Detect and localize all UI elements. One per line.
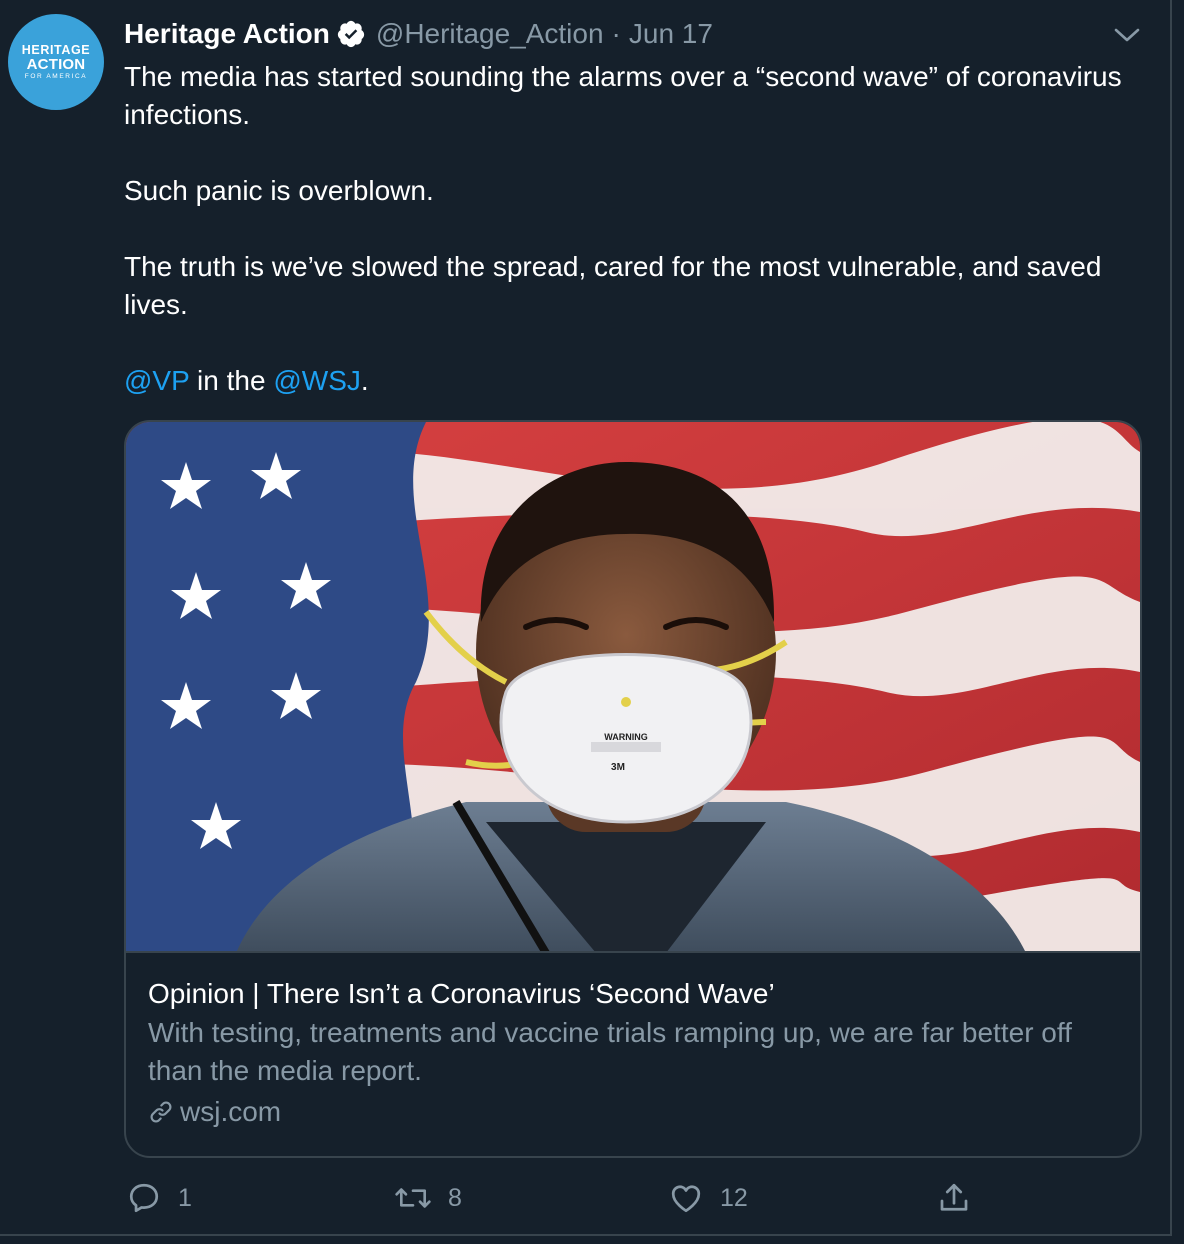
- card-description: With testing, treatments and vaccine tri…: [148, 1017, 1072, 1086]
- retweet-button[interactable]: 8: [394, 1176, 462, 1220]
- avatar-logo-line2: ACTION: [26, 56, 86, 73]
- mention-connector-text: in the: [189, 365, 274, 396]
- tweet-paragraph-2: Such panic is overblown.: [124, 175, 434, 206]
- heart-icon: [671, 1185, 701, 1213]
- tweet-date[interactable]: Jun 17: [629, 18, 713, 50]
- flag-and-masked-man-illustration: WARNING 3M: [126, 422, 1140, 951]
- mention-wsj-link[interactable]: @WSJ: [273, 365, 361, 396]
- avatar-logo-line3: FOR AMERICA: [24, 73, 88, 80]
- tweet-actions: 1 8 12: [124, 1176, 984, 1220]
- verified-badge-icon: [337, 20, 365, 48]
- tweet[interactable]: HERITAGE ACTION FOR AMERICA Heritage Act…: [0, 0, 1172, 1236]
- retweet-icon: [395, 1188, 431, 1208]
- card-text[interactable]: Opinion | There Isn’t a Coronavirus ‘Sec…: [148, 974, 1108, 1132]
- more-options-button[interactable]: [1110, 20, 1144, 50]
- reply-count: 1: [178, 1183, 192, 1212]
- tweet-paragraph-1: The media has started sounding the alarm…: [124, 61, 1122, 130]
- like-count: 12: [720, 1183, 748, 1212]
- card-title[interactable]: Opinion | There Isn’t a Coronavirus ‘Sec…: [148, 974, 1108, 1014]
- mention-vp-link[interactable]: @VP: [124, 365, 189, 396]
- retweet-count: 8: [448, 1183, 462, 1212]
- tweet-text: The media has started sounding the alarm…: [124, 58, 1134, 400]
- author-name[interactable]: Heritage Action: [124, 18, 330, 50]
- mask-warning-label: WARNING: [604, 732, 648, 742]
- tweet-paragraph-4: @VP in the @WSJ.: [124, 362, 1134, 400]
- avatar-logo-line1: HERITAGE: [21, 42, 91, 57]
- reply-icon: [129, 1183, 159, 1213]
- tweet-paragraph-3: The truth is we’ve slowed the spread, ca…: [124, 251, 1102, 320]
- avatar[interactable]: HERITAGE ACTION FOR AMERICA: [8, 14, 104, 110]
- share-icon: [940, 1183, 968, 1211]
- card-domain-text: wsj.com: [180, 1096, 282, 1127]
- like-button[interactable]: 12: [668, 1176, 748, 1220]
- reply-button[interactable]: 1: [126, 1176, 192, 1220]
- card-domain[interactable]: wsj.com: [148, 1092, 1108, 1132]
- link-card[interactable]: WARNING 3M Opinion | There Isn’t a Coron…: [124, 420, 1142, 1158]
- tweet-end-period: .: [360, 365, 369, 396]
- share-button[interactable]: [936, 1176, 972, 1220]
- separator-dot: ·: [611, 18, 621, 49]
- tweet-header: Heritage Action @Heritage_Action · Jun 1…: [124, 14, 713, 54]
- card-image[interactable]: WARNING 3M: [126, 422, 1140, 953]
- mask-brand-label: 3M: [611, 762, 625, 773]
- link-icon: [150, 1101, 172, 1123]
- author-handle[interactable]: @Heritage_Action: [376, 18, 604, 50]
- chevron-down-icon: [1114, 28, 1140, 42]
